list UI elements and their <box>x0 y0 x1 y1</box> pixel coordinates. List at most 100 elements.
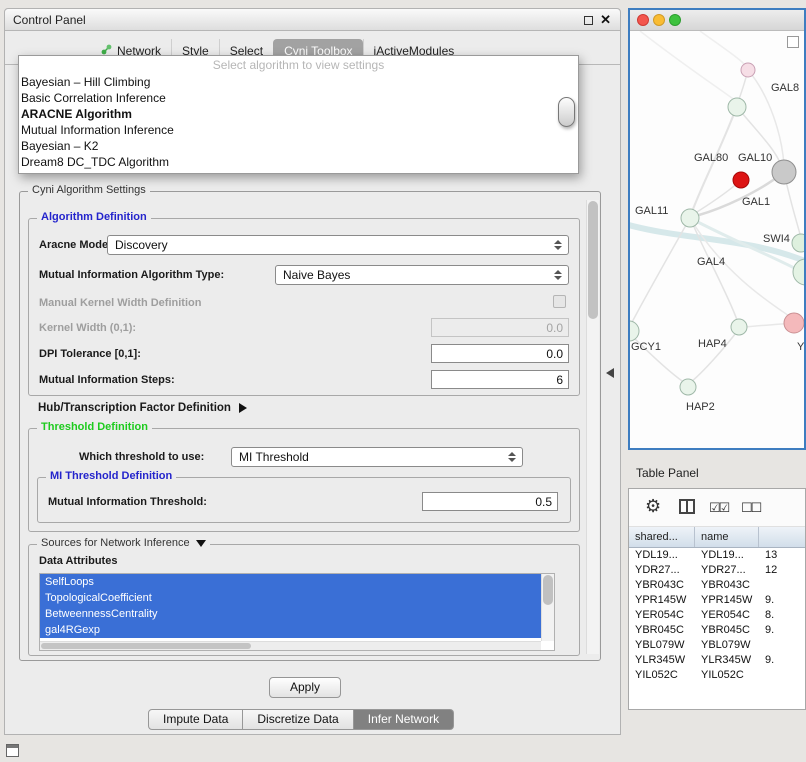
list-horizontal-scrollbar[interactable] <box>40 641 541 650</box>
network-node[interactable] <box>731 319 747 335</box>
dropdown-item[interactable]: Dream8 DC_TDC Algorithm <box>19 154 578 170</box>
table-cell: 13 <box>759 548 805 563</box>
table-cell <box>759 668 805 683</box>
zoom-traffic-light-icon[interactable] <box>669 14 681 26</box>
select-all-columns-icon[interactable]: ☑☑ <box>709 500 728 516</box>
data-attributes-list[interactable]: SelfLoopsTopologicalCoefficientBetweenne… <box>39 573 555 651</box>
table-row[interactable]: YPR145WYPR145W9. <box>629 593 805 608</box>
list-vertical-scrollbar[interactable] <box>541 574 554 641</box>
table-cell: 8. <box>759 608 805 623</box>
node-label: HAP4 <box>698 338 727 350</box>
attribute-item[interactable]: SelfLoops <box>40 574 541 590</box>
table-row[interactable]: YER054CYER054C8. <box>629 608 805 623</box>
close-icon[interactable]: ✕ <box>600 12 611 28</box>
aracne-mode-select[interactable]: Discovery <box>107 235 569 255</box>
apply-button[interactable]: Apply <box>269 677 341 698</box>
node-label: GAL4 <box>697 256 725 268</box>
panel-splitter-collapse-icon[interactable] <box>606 368 614 378</box>
network-view-titlebar[interactable] <box>630 10 804 31</box>
column-header[interactable]: shared... <box>629 527 695 547</box>
network-edge[interactable] <box>691 329 739 382</box>
hub-transcription-factor-expander[interactable]: Hub/Transcription Factor Definition <box>38 402 247 414</box>
dropdown-item[interactable]: Mutual Information Inference <box>19 122 578 138</box>
table-row[interactable]: YDR27...YDR27...12 <box>629 563 805 578</box>
which-threshold-select[interactable]: MI Threshold <box>231 447 523 467</box>
network-edge[interactable] <box>700 31 746 66</box>
algorithm-definition-title: Algorithm Definition <box>37 211 151 223</box>
network-edge[interactable] <box>640 31 736 101</box>
attribute-item[interactable]: gal4RGexp <box>40 622 541 638</box>
dropdown-item[interactable]: Bayesian – K2 <box>19 138 578 154</box>
unselect-all-columns-icon[interactable]: ☐☐ <box>741 500 760 516</box>
bottom-tab-impute-data[interactable]: Impute Data <box>148 709 243 730</box>
close-traffic-light-icon[interactable] <box>637 14 649 26</box>
column-header[interactable]: name <box>695 527 759 547</box>
data-attributes-label: Data Attributes <box>39 555 117 567</box>
network-node[interactable] <box>784 313 804 333</box>
network-node[interactable] <box>728 98 746 116</box>
attribute-item[interactable]: TopologicalCoefficient <box>40 590 541 606</box>
manual-kernel-checkbox[interactable] <box>553 295 566 308</box>
network-node[interactable] <box>733 172 749 188</box>
network-node[interactable] <box>792 234 804 252</box>
dropdown-item[interactable]: ARACNE Algorithm <box>19 106 578 122</box>
table-row[interactable]: YIL052CYIL052C <box>629 668 805 683</box>
columns-icon[interactable] <box>679 499 695 514</box>
mi-threshold-field[interactable] <box>422 492 558 511</box>
dpi-tolerance-label: DPI Tolerance [0,1]: <box>39 348 141 360</box>
which-threshold-label: Which threshold to use: <box>79 451 204 463</box>
mi-type-value: Naive Bayes <box>283 268 350 282</box>
network-view-window: GAL8GAL80GAL10GAL11GAL1SWI4GAL4GCY1HAP4Y… <box>628 8 806 450</box>
bottom-tab-bar: Impute DataDiscretize DataInfer Network <box>148 709 454 730</box>
table-row[interactable]: YBR045CYBR045C9. <box>629 623 805 638</box>
table-row[interactable]: YBR043CYBR043C <box>629 578 805 593</box>
mi-type-select[interactable]: Naive Bayes <box>275 265 569 285</box>
table-row[interactable]: YBL079WYBL079W <box>629 638 805 653</box>
attribute-item[interactable]: BetweennessCentrality <box>40 606 541 622</box>
table-cell: YBR043C <box>629 578 695 593</box>
dpi-tolerance-field[interactable] <box>431 344 569 363</box>
scrollbar-thumb[interactable] <box>543 575 553 605</box>
table-row[interactable]: YDL19...YDL19...13 <box>629 548 805 563</box>
stepper-icon <box>554 270 563 280</box>
network-node[interactable] <box>741 63 755 77</box>
aracne-mode-label: Aracne Mode: <box>39 239 112 251</box>
settings-scrollbar[interactable] <box>586 200 599 654</box>
table-cell: YBL079W <box>695 638 759 653</box>
scrollbar-thumb[interactable] <box>588 201 598 319</box>
dropdown-placeholder: Select algorithm to view settings <box>19 56 578 74</box>
gear-icon[interactable]: ⚙ <box>645 496 661 517</box>
float-window-icon[interactable] <box>584 16 593 25</box>
bottom-tab-infer-network[interactable]: Infer Network <box>354 709 454 730</box>
dropdown-item[interactable]: Bayesian – Hill Climbing <box>19 74 578 90</box>
sources-expander[interactable]: Sources for Network Inference <box>37 537 210 549</box>
birdseye-box[interactable] <box>787 36 799 48</box>
cyni-algorithm-settings-group: Cyni Algorithm Settings Algorithm Defini… <box>19 191 601 661</box>
table-row[interactable]: YLR345WYLR345W9. <box>629 653 805 668</box>
dropdown-scroll-thumb[interactable] <box>558 97 575 127</box>
aracne-mode-value: Discovery <box>115 238 168 252</box>
column-header[interactable] <box>759 527 805 547</box>
kernel-width-label: Kernel Width (0,1): <box>39 322 136 334</box>
window-title: Control Panel <box>13 13 86 27</box>
network-node[interactable] <box>681 209 699 227</box>
node-label: GAL80 <box>694 152 728 164</box>
which-threshold-value: MI Threshold <box>239 450 309 464</box>
control-panel-titlebar[interactable]: Control Panel ✕ <box>5 9 620 31</box>
network-edge[interactable] <box>692 70 748 211</box>
kernel-width-field[interactable] <box>431 318 569 337</box>
scrollbar-thumb[interactable] <box>41 643 251 649</box>
network-node[interactable] <box>630 321 639 341</box>
bottom-tab-discretize-data[interactable]: Discretize Data <box>243 709 353 730</box>
minimized-panel-icon[interactable] <box>6 744 19 757</box>
dropdown-item[interactable]: Basic Correlation Inference <box>19 90 578 106</box>
minimize-traffic-light-icon[interactable] <box>653 14 665 26</box>
table-cell: YPR145W <box>695 593 759 608</box>
algorithm-definition-fieldset: Algorithm Definition Aracne Mode: Discov… <box>28 218 580 396</box>
network-node[interactable] <box>793 259 804 285</box>
mi-steps-field[interactable] <box>431 370 569 389</box>
node-label: GAL11 <box>635 205 668 217</box>
network-node[interactable] <box>680 379 696 395</box>
network-node[interactable] <box>772 160 796 184</box>
network-canvas[interactable]: GAL8GAL80GAL10GAL11GAL1SWI4GAL4GCY1HAP4Y… <box>630 31 804 448</box>
